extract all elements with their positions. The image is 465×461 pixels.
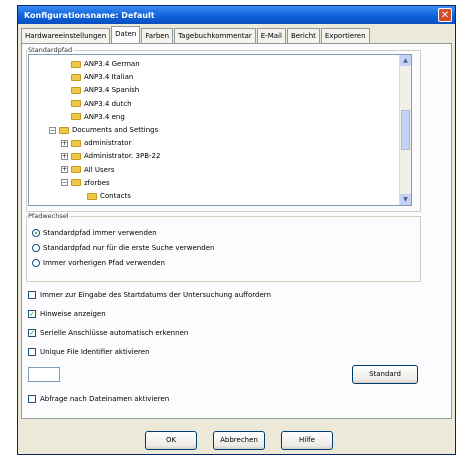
checkbox-icon[interactable]: ✓ — [28, 328, 36, 337]
collapse-icon[interactable]: − — [49, 126, 56, 134]
folder-icon — [71, 60, 81, 68]
checkbox-icon[interactable] — [28, 347, 36, 356]
checkbox-unique-id[interactable]: Unique File Identifier aktivieren — [28, 346, 150, 357]
radio-first-search[interactable]: Standardpfad nur für die erste Suche ver… — [32, 242, 214, 253]
tab-daten[interactable]: Daten — [111, 26, 141, 43]
standard-button[interactable]: Standard — [352, 365, 418, 384]
tree-item-label: ANP3.4 Italian — [84, 73, 134, 82]
dialog-title: Konfigurationsname: Default — [24, 10, 155, 20]
unique-id-input[interactable] — [28, 367, 60, 382]
tree-scrollbar[interactable]: ▲ ▼ — [399, 55, 411, 205]
scroll-down-icon[interactable]: ▼ — [400, 194, 411, 205]
radio-always-standard[interactable]: Standardpfad immer verwenden — [32, 227, 157, 238]
tab-strip: Hardwareeinstellungen Daten Farben Tageb… — [21, 26, 371, 43]
folder-icon — [71, 113, 81, 121]
tree-item[interactable]: + administrator — [61, 138, 131, 148]
tab-hardware[interactable]: Hardwareeinstellungen — [21, 28, 111, 43]
checkbox-label: Hinweise anzeigen — [40, 309, 106, 318]
tree-item[interactable]: ANP3.4 eng — [71, 112, 125, 122]
title-bar[interactable]: Konfigurationsname: Default ✕ — [18, 6, 455, 24]
checkbox-serial-ports[interactable]: ✓ Serielle Anschlüsse automatisch erkenn… — [28, 327, 188, 338]
folder-icon — [71, 86, 81, 94]
checkbox-icon[interactable] — [28, 290, 36, 299]
tree-item[interactable]: − Documents and Settings — [49, 125, 158, 135]
tab-exportieren[interactable]: Exportieren — [320, 28, 370, 43]
daten-panel: Standardpfad ANP3.4 German ANP3.4 Italian… — [21, 43, 452, 419]
standard-path-legend: Standardpfad — [28, 46, 73, 54]
radio-label: Standardpfad immer verwenden — [43, 228, 157, 237]
folder-icon — [71, 73, 81, 81]
checkbox-hints[interactable]: ✓ Hinweise anzeigen — [28, 308, 106, 319]
tree-item[interactable]: + All Users — [61, 165, 115, 175]
tree-item-label: ANP3.4 eng — [84, 112, 125, 121]
tree-item-label: Documents and Settings — [72, 126, 159, 134]
tree-item-label: All Users — [84, 165, 115, 174]
tree-item-label: ANP3.4 dutch — [84, 99, 132, 108]
folder-icon — [71, 100, 81, 108]
folder-icon — [71, 179, 81, 187]
radio-icon[interactable] — [32, 228, 40, 237]
checkbox-icon[interactable] — [28, 394, 36, 403]
tab-farben[interactable]: Farben — [141, 28, 174, 43]
tree-item[interactable]: − zforbes — [61, 178, 110, 188]
radio-icon[interactable] — [32, 258, 40, 267]
tree-item[interactable]: + Administrator. 3PB-22 — [61, 151, 160, 161]
folder-icon — [59, 126, 69, 134]
tree-item[interactable]: ANP3.4 dutch — [71, 99, 132, 109]
tree-item[interactable]: ANP3.4 Spanish — [71, 85, 139, 95]
tree-item-label: ANP3.4 German — [84, 60, 140, 68]
scroll-up-icon[interactable]: ▲ — [400, 55, 411, 66]
tree-item-label: administrator — [84, 139, 132, 148]
ok-button[interactable]: OK — [145, 431, 197, 450]
help-button[interactable]: Hilfe — [281, 431, 333, 450]
tab-tagebuch[interactable]: Tagebuchkommentar — [174, 28, 256, 43]
config-dialog: Konfigurationsname: Default ✕ Hardwareei… — [17, 5, 456, 455]
radio-label: Immer vorherigen Pfad verwenden — [43, 258, 165, 267]
checkbox-label: Immer zur Eingabe des Startdatums der Un… — [40, 290, 271, 299]
checkbox-start-date[interactable]: Immer zur Eingabe des Startdatums der Un… — [28, 289, 271, 300]
checkbox-filename-query[interactable]: Abfrage nach Dateinamen aktivieren — [28, 393, 169, 404]
radio-previous-path[interactable]: Immer vorherigen Pfad verwenden — [32, 257, 165, 268]
tree-item-label: Administrator. 3PB-22 — [84, 152, 161, 161]
close-icon[interactable]: ✕ — [438, 8, 452, 22]
tree-item-label: Contacts — [100, 192, 131, 200]
tree-item-label: ANP3.4 Spanish — [84, 86, 140, 95]
expand-icon[interactable]: + — [61, 139, 68, 147]
folder-icon — [87, 192, 97, 200]
checkbox-icon[interactable]: ✓ — [28, 309, 36, 318]
expand-icon[interactable]: + — [61, 166, 68, 174]
tab-email[interactable]: E-Mail — [256, 28, 286, 43]
tree-item-label: zforbes — [84, 178, 110, 187]
cancel-button[interactable]: Abbrechen — [213, 431, 265, 450]
tree-item[interactable]: ANP3.4 Italian — [71, 72, 133, 82]
folder-icon — [71, 166, 81, 174]
radio-label: Standardpfad nur für die erste Suche ver… — [43, 243, 215, 252]
collapse-icon[interactable]: − — [61, 179, 68, 187]
folder-icon — [71, 139, 81, 147]
checkbox-label: Unique File Identifier aktivieren — [40, 347, 150, 356]
tab-bericht[interactable]: Bericht — [286, 28, 320, 43]
expand-icon[interactable]: + — [61, 152, 68, 160]
checkbox-label: Serielle Anschlüsse automatisch erkennen — [40, 328, 189, 337]
checkbox-label: Abfrage nach Dateinamen aktivieren — [40, 394, 170, 403]
tree-item[interactable]: Contacts — [87, 191, 131, 201]
radio-icon[interactable] — [32, 243, 40, 252]
scroll-thumb[interactable] — [401, 110, 410, 150]
path-choice-legend: Pfadwechsel — [28, 212, 69, 220]
folder-icon — [71, 152, 81, 160]
tree-item[interactable]: ANP3.4 German — [71, 59, 140, 69]
folder-tree[interactable]: ANP3.4 German ANP3.4 Italian ANP3.4 Spanis… — [28, 54, 412, 206]
